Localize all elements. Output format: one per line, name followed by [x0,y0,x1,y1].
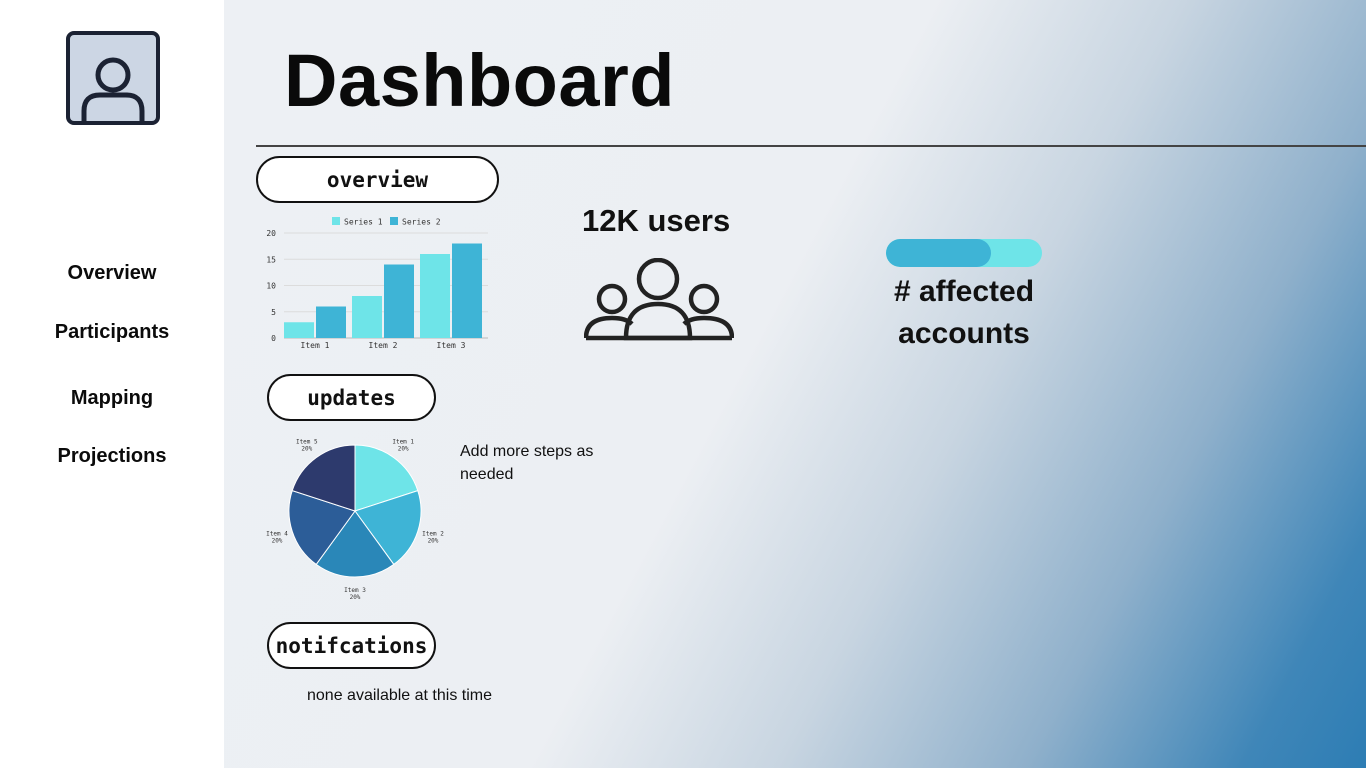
bar [452,243,482,338]
legend-label: Series 1 [344,218,383,227]
sidebar-item-mapping[interactable]: Mapping [0,387,224,410]
updates-button[interactable]: updates [267,374,436,421]
legend-swatch [332,217,340,225]
pie-label: Item 1 [392,439,414,446]
avatar[interactable] [66,31,160,125]
pie-percent: 20% [350,594,361,601]
group-icon [584,258,734,341]
legend-label: Series 2 [402,218,441,227]
bar [384,264,414,338]
bar [352,296,382,338]
sidebar-item-projections[interactable]: Projections [0,445,224,468]
sidebar: Overview Participants Mapping Projection… [0,0,224,768]
pie-label: Item 5 [296,439,318,446]
sidebar-item-participants[interactable]: Participants [0,321,224,344]
y-tick-label: 5 [271,308,276,317]
pie-label: Item 3 [344,587,366,594]
updates-note: Add more steps as needed [460,443,594,483]
pie-label: Item 4 [266,530,288,537]
pie-percent: 20% [301,446,312,453]
updates-pie-chart: Item 120%Item 220%Item 320%Item 420%Item… [266,439,444,601]
pie-percent: 20% [398,446,409,453]
y-tick-label: 0 [271,334,276,343]
users-count: 12K users [582,203,731,238]
overview-button[interactable]: overview [256,156,499,203]
y-tick-label: 15 [266,255,276,264]
page-title: Dashboard [284,39,676,122]
bar [316,306,346,338]
y-tick-label: 20 [266,229,276,238]
divider [256,145,1366,147]
overview-bar-chart: 0 5 10 15 20 Series 1 Series 2 Item 1 Item 2 Item… [266,217,488,350]
affected-progress-fill [886,239,991,267]
bar [284,322,314,338]
notifications-button[interactable]: notifcations [267,622,436,669]
y-tick-label: 10 [266,282,276,291]
x-tick-label: Item 2 [369,341,398,350]
x-tick-label: Item 3 [437,341,466,350]
legend-swatch [390,217,398,225]
bar [420,254,450,338]
affected-progress-bar [886,239,1042,267]
pie-percent: 20% [272,537,283,544]
notifications-empty-text: none available at this time [307,687,492,704]
x-tick-label: Item 1 [301,341,330,350]
pie-percent: 20% [428,537,439,544]
sidebar-item-overview[interactable]: Overview [0,262,224,285]
user-icon [81,57,145,121]
affected-accounts-label: # affected accounts [893,275,1035,350]
pie-label: Item 2 [422,530,444,537]
